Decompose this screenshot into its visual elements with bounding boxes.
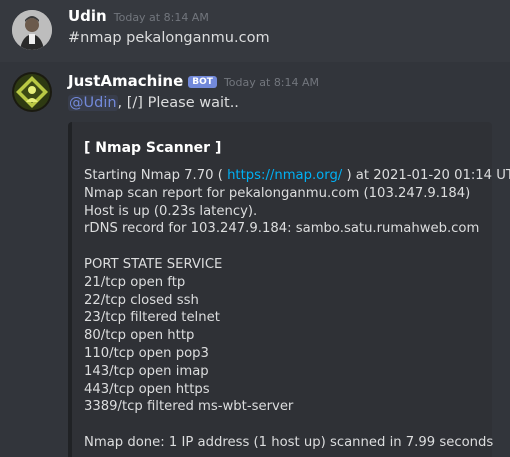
message-text: #nmap pekalonganmu.com: [68, 30, 270, 46]
user-mention[interactable]: @Udin: [68, 95, 118, 111]
message-timestamp: Today at 8:14 AM: [223, 76, 320, 89]
port-line: 143/tcp open imap: [84, 363, 209, 379]
message-udin[interactable]: Udin Today at 8:14 AM #nmap pekalonganmu…: [0, 0, 510, 62]
message-text-rest: , [/] Please wait..: [117, 95, 239, 111]
chat-messages: Udin Today at 8:14 AM #nmap pekalonganmu…: [0, 0, 510, 457]
embed-title: [ Nmap Scanner ]: [84, 140, 222, 156]
message-timestamp: Today at 8:14 AM: [113, 11, 209, 24]
port-line: 110/tcp open pop3: [84, 345, 209, 361]
nmap-link[interactable]: https://nmap.org/: [227, 168, 342, 183]
embed-body: Starting Nmap 7.70 ( https://nmap.org/ )…: [84, 167, 510, 452]
report-line: Nmap scan report for pekalonganmu.com (1…: [84, 185, 471, 201]
message-header: JustAmachine BOT Today at 8:14 AM: [68, 72, 319, 90]
message-justamachine[interactable]: JustAmachine BOT Today at 8:14 AM @Udin,…: [0, 62, 510, 457]
port-line: 21/tcp open ftp: [84, 274, 186, 290]
done-line: Nmap done: 1 IP address (1 host up) scan…: [84, 434, 494, 450]
start-line: Starting Nmap 7.70 ( https://nmap.org/ )…: [84, 167, 510, 185]
message-header: Udin Today at 8:14 AM: [68, 7, 209, 25]
bot-badge: BOT: [188, 76, 217, 88]
rdns-line: rDNS record for 103.247.9.184: sambo.sat…: [84, 221, 480, 237]
host-line: Host is up (0.23s latency).: [84, 203, 258, 219]
start-prefix: Starting Nmap 7.70 (: [84, 168, 228, 183]
username[interactable]: JustAmachine: [68, 72, 183, 90]
message-text: @Udin, [/] Please wait..: [68, 95, 239, 111]
green-emblem-avatar-icon: [12, 72, 52, 112]
port-line: 23/tcp filtered telnet: [84, 310, 220, 326]
port-line: 80/tcp open http: [84, 328, 195, 344]
username[interactable]: Udin: [68, 7, 107, 25]
nmap-embed: [ Nmap Scanner ] Starting Nmap 7.70 ( ht…: [68, 122, 510, 457]
port-line: 443/tcp open https: [84, 381, 210, 397]
bot-avatar[interactable]: [12, 72, 52, 112]
port-line: 22/tcp closed ssh: [84, 292, 199, 308]
start-suffix: ) at 2021-01-20 01:14 UTC: [342, 168, 510, 183]
user-avatar[interactable]: [12, 10, 52, 50]
port-line: 3389/tcp filtered ms-wbt-server: [84, 399, 294, 415]
table-header: PORT STATE SERVICE: [84, 256, 223, 272]
user-photo-avatar-icon: [12, 10, 52, 50]
